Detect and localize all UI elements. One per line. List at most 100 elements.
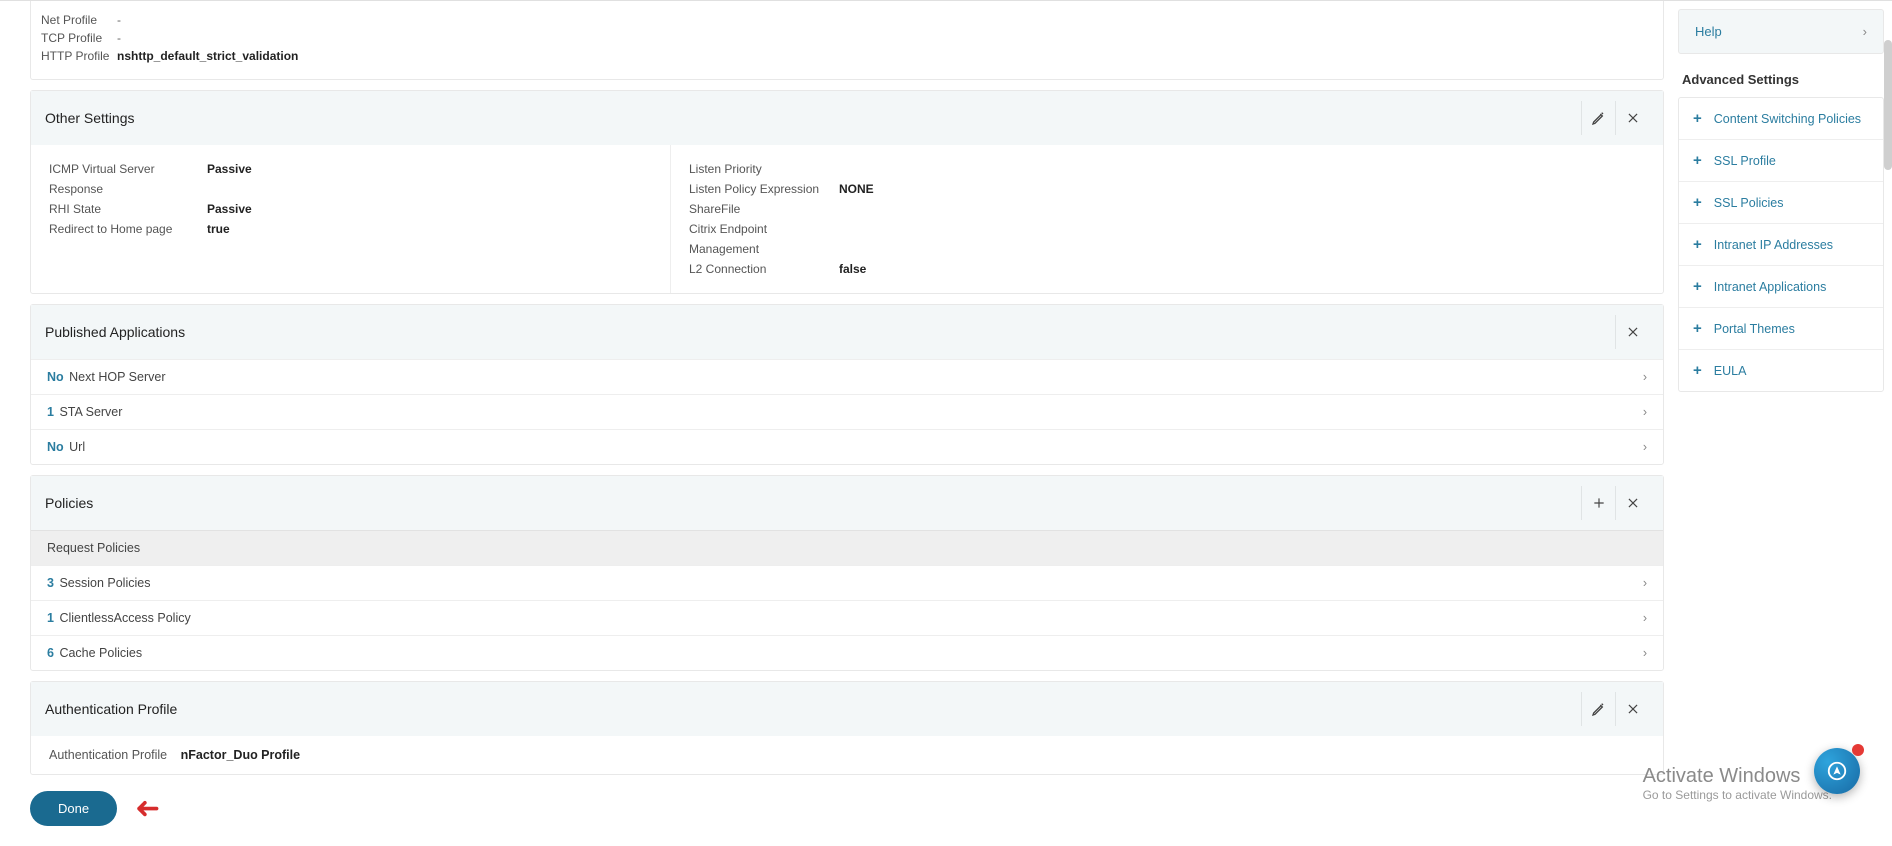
close-button[interactable] (1615, 315, 1649, 349)
plus-icon: + (1693, 110, 1702, 127)
adv-item-content-switching[interactable]: + Content Switching Policies (1679, 98, 1883, 139)
adv-item-label: EULA (1714, 364, 1747, 378)
policies-row-cache[interactable]: 6 Cache Policies › (31, 635, 1663, 670)
l2-label: L2 Connection (689, 259, 839, 279)
row-text: Cache Policies (59, 646, 142, 660)
other-settings-title: Other Settings (45, 110, 1581, 126)
cem-label: Citrix Endpoint Management (689, 219, 839, 259)
policies-title: Policies (45, 495, 1581, 511)
edit-button[interactable] (1581, 692, 1615, 726)
published-applications-section: Published Applications No Next HOP Serve… (30, 304, 1664, 465)
row-text: Next HOP Server (69, 370, 165, 384)
adv-item-label: Content Switching Policies (1714, 112, 1861, 126)
adv-item-label: Intranet Applications (1714, 280, 1827, 294)
arrow-icon: ➜ (135, 791, 160, 826)
auth-profile-label: Authentication Profile (49, 748, 167, 762)
adv-item-ssl-policies[interactable]: + SSL Policies (1679, 181, 1883, 223)
pencil-icon (1591, 701, 1607, 717)
plus-icon: + (1693, 278, 1702, 295)
policies-row-clientless[interactable]: 1 ClientlessAccess Policy › (31, 600, 1663, 635)
http-profile-label: HTTP Profile (41, 47, 117, 65)
floating-action-button[interactable] (1814, 748, 1860, 794)
auth-profile-value: nFactor_Duo Profile (181, 748, 300, 762)
close-icon (1626, 111, 1640, 125)
pa-row-sta-server[interactable]: 1 STA Server › (31, 394, 1663, 429)
plus-icon: + (1693, 152, 1702, 169)
listen-policy-label: Listen Policy Expression (689, 179, 839, 199)
chevron-right-icon: › (1643, 405, 1647, 419)
rhi-value: Passive (207, 199, 252, 219)
adv-item-label: Intranet IP Addresses (1714, 238, 1833, 252)
chevron-right-icon: › (1643, 576, 1647, 590)
plus-icon (1592, 496, 1606, 510)
tcp-profile-value: - (117, 29, 121, 47)
policies-row-session[interactable]: 3 Session Policies › (31, 565, 1663, 600)
pa-row-url[interactable]: No Url › (31, 429, 1663, 464)
row-count: 1 (47, 405, 54, 419)
plus-icon: + (1693, 362, 1702, 379)
authentication-profile-title: Authentication Profile (45, 701, 1581, 717)
request-policies-subheader: Request Policies (31, 530, 1663, 565)
chevron-right-icon: › (1643, 646, 1647, 660)
navigation-icon (1826, 760, 1848, 782)
plus-icon: + (1693, 194, 1702, 211)
row-text: Session Policies (59, 576, 150, 590)
plus-icon: + (1693, 236, 1702, 253)
row-text: STA Server (59, 405, 122, 419)
close-icon (1626, 496, 1640, 510)
adv-item-label: SSL Policies (1714, 196, 1784, 210)
adv-item-label: Portal Themes (1714, 322, 1795, 336)
close-button[interactable] (1615, 101, 1649, 135)
rhi-label: RHI State (49, 199, 207, 219)
row-text: ClientlessAccess Policy (59, 611, 190, 625)
authentication-profile-section: Authentication Profile Authentication Pr… (30, 681, 1664, 775)
chevron-right-icon: › (1643, 611, 1647, 625)
chevron-right-icon: › (1863, 24, 1867, 39)
adv-item-intranet-apps[interactable]: + Intranet Applications (1679, 265, 1883, 307)
chevron-right-icon: › (1643, 440, 1647, 454)
l2-value: false (839, 259, 866, 279)
adv-item-eula[interactable]: + EULA (1679, 349, 1883, 391)
redirect-value: true (207, 219, 230, 239)
edit-button[interactable] (1581, 101, 1615, 135)
net-profile-value: - (117, 11, 121, 29)
published-applications-title: Published Applications (45, 324, 1615, 340)
profiles-card: Net Profile - TCP Profile - HTTP Profile… (30, 1, 1664, 80)
help-label: Help (1695, 24, 1722, 39)
sharefile-label: ShareFile (689, 199, 839, 219)
row-count: 1 (47, 611, 54, 625)
row-count: No (47, 440, 64, 454)
pencil-icon (1591, 110, 1607, 126)
tcp-profile-label: TCP Profile (41, 29, 117, 47)
adv-item-portal-themes[interactable]: + Portal Themes (1679, 307, 1883, 349)
close-icon (1626, 325, 1640, 339)
policies-section: Policies Request Policies 3 Session Poli… (30, 475, 1664, 671)
row-text: Url (69, 440, 85, 454)
redirect-label: Redirect to Home page (49, 219, 207, 239)
net-profile-label: Net Profile (41, 11, 117, 29)
help-button[interactable]: Help › (1678, 9, 1884, 54)
adv-item-ssl-profile[interactable]: + SSL Profile (1679, 139, 1883, 181)
plus-icon: + (1693, 320, 1702, 337)
add-button[interactable] (1581, 486, 1615, 520)
row-count: No (47, 370, 64, 384)
other-settings-section: Other Settings ICMP Virtual Server Respo… (30, 90, 1664, 294)
done-button[interactable]: Done (30, 791, 117, 826)
icmp-label: ICMP Virtual Server Response (49, 159, 207, 199)
close-button[interactable] (1615, 486, 1649, 520)
chevron-right-icon: › (1643, 370, 1647, 384)
adv-item-label: SSL Profile (1714, 154, 1776, 168)
icmp-value: Passive (207, 159, 252, 199)
adv-item-intranet-ip[interactable]: + Intranet IP Addresses (1679, 223, 1883, 265)
scrollbar-thumb[interactable] (1884, 40, 1892, 170)
http-profile-value: nshttp_default_strict_validation (117, 47, 298, 65)
close-button[interactable] (1615, 692, 1649, 726)
close-icon (1626, 702, 1640, 716)
listen-priority-label: Listen Priority (689, 159, 839, 179)
row-count: 6 (47, 646, 54, 660)
advanced-settings-list: + Content Switching Policies + SSL Profile… (1678, 97, 1884, 392)
row-count: 3 (47, 576, 54, 590)
advanced-settings-title: Advanced Settings (1678, 68, 1884, 97)
listen-policy-value: NONE (839, 179, 874, 199)
pa-row-next-hop[interactable]: No Next HOP Server › (31, 359, 1663, 394)
